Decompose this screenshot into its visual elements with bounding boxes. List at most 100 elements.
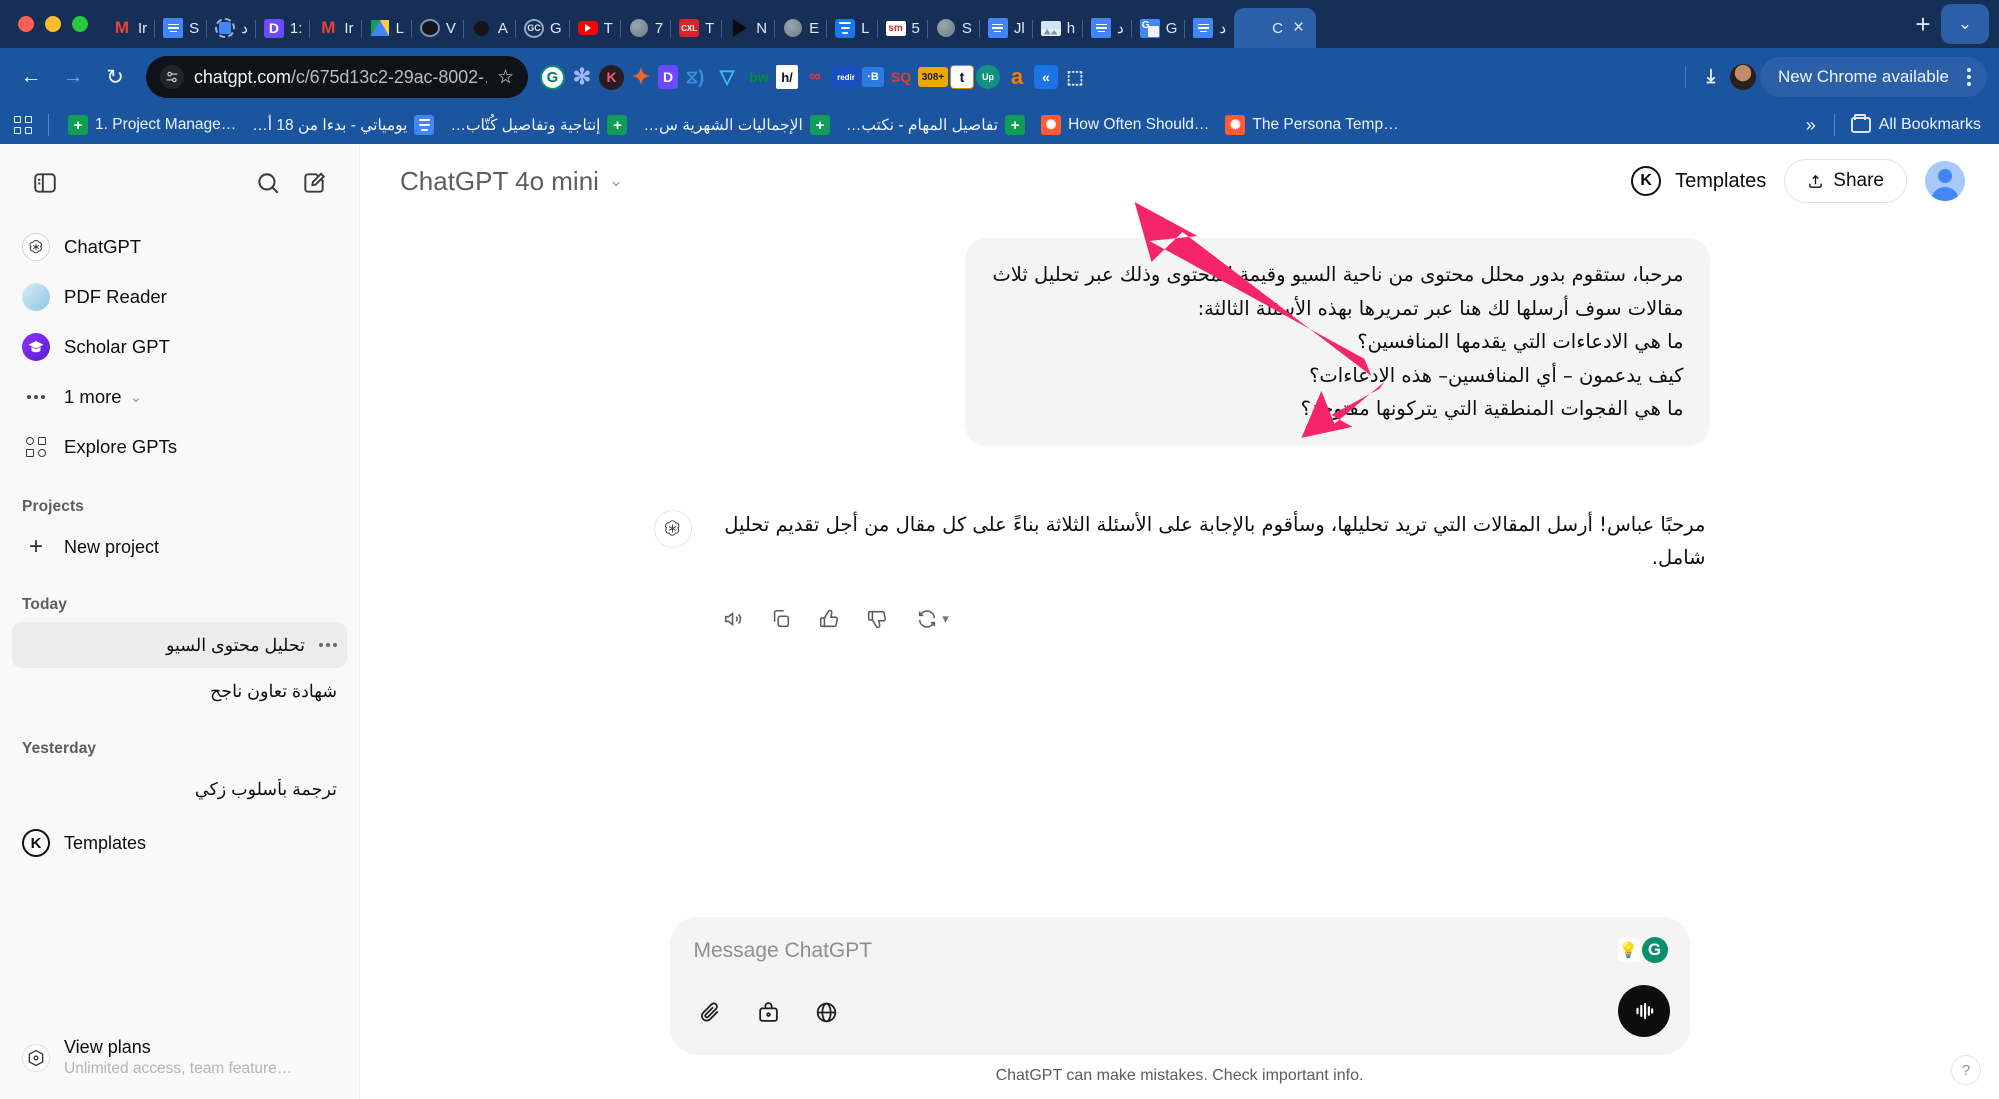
maximize-window-button[interactable] bbox=[72, 16, 88, 32]
counter-extension[interactable]: 308+ bbox=[918, 67, 948, 87]
browser-tab[interactable]: V bbox=[412, 8, 464, 48]
new-project-button[interactable]: + New project bbox=[12, 524, 347, 570]
browser-tab[interactable]: د bbox=[207, 8, 256, 48]
chat-history-item[interactable]: ترجمة بأسلوب زكي bbox=[12, 766, 347, 812]
bookmark-item[interactable]: 1. Project Manage… bbox=[61, 111, 243, 139]
browser-tab[interactable]: L bbox=[362, 8, 412, 48]
star-extension[interactable]: ✻ bbox=[567, 62, 597, 92]
read-aloud-button[interactable] bbox=[714, 600, 752, 638]
redirect-extension[interactable]: redir bbox=[832, 66, 860, 88]
address-bar[interactable]: chatgpt.com/c/675d13c2-29ac-8002-… ☆ bbox=[146, 56, 528, 98]
browser-tab[interactable]: CXLT bbox=[671, 8, 722, 48]
puzzle-extensions-button[interactable]: ⬚ bbox=[1060, 62, 1090, 92]
blue-extension[interactable]: ·B bbox=[862, 67, 884, 87]
browser-tab[interactable]: h bbox=[1033, 8, 1083, 48]
browser-tab-active[interactable]: C× bbox=[1234, 8, 1316, 48]
templates-button[interactable]: K Templates bbox=[1631, 166, 1766, 196]
browser-tab[interactable]: د bbox=[1083, 8, 1132, 48]
view-plans-button[interactable]: View plans Unlimited access, team featur… bbox=[12, 1028, 347, 1087]
grammarly-extension[interactable]: G bbox=[540, 65, 565, 90]
bw-extension[interactable]: bw bbox=[744, 62, 774, 92]
site-settings-icon[interactable] bbox=[160, 65, 184, 89]
voice-mode-button[interactable] bbox=[1618, 985, 1670, 1037]
browser-tab[interactable]: MIr bbox=[310, 8, 361, 48]
browser-tab[interactable]: د bbox=[1185, 8, 1234, 48]
chevron-down-icon[interactable]: ▾ bbox=[942, 611, 949, 627]
new-tab-button[interactable]: + bbox=[1905, 6, 1941, 42]
browser-tab[interactable]: T bbox=[570, 8, 621, 48]
amazon-extension[interactable]: a bbox=[1002, 62, 1032, 92]
regenerate-button[interactable]: ▾ bbox=[906, 600, 960, 638]
apps-shortcut-icon[interactable] bbox=[10, 112, 36, 138]
browser-tab[interactable]: A bbox=[464, 8, 516, 48]
bookmark-item[interactable]: الإجماليات الشهرية س… bbox=[636, 111, 836, 139]
wifi-extension[interactable]: ⧖) bbox=[680, 62, 710, 92]
close-window-button[interactable] bbox=[18, 16, 34, 32]
oo-extension[interactable]: ∞ bbox=[800, 62, 830, 92]
forward-button[interactable]: → bbox=[54, 58, 92, 96]
model-selector[interactable]: ChatGPT 4o mini ⌄ bbox=[388, 160, 635, 203]
browser-tab[interactable]: S bbox=[155, 8, 207, 48]
thumbs-up-button[interactable] bbox=[810, 600, 848, 638]
browser-tab[interactable]: N bbox=[722, 8, 775, 48]
all-bookmarks-button[interactable]: All Bookmarks bbox=[1843, 116, 1989, 134]
browser-tab[interactable]: 7 bbox=[621, 8, 671, 48]
grammarly-bulb-icon[interactable]: 💡 bbox=[1618, 938, 1640, 962]
message-input[interactable]: Message ChatGPT bbox=[694, 939, 1666, 963]
chat-options-icon[interactable] bbox=[319, 643, 337, 647]
keywords-extension[interactable]: K bbox=[599, 65, 624, 90]
search-web-button[interactable] bbox=[810, 995, 844, 1029]
sidebar-item-chatgpt[interactable]: ChatGPT bbox=[12, 222, 347, 272]
chrome-menu-icon[interactable] bbox=[1959, 68, 1979, 86]
tab-search-button[interactable]: ⌄ bbox=[1941, 4, 1989, 44]
sidebar-item-templates[interactable]: K Templates bbox=[12, 820, 347, 866]
browser-tab[interactable]: L bbox=[827, 8, 877, 48]
sidebar-toggle-icon[interactable] bbox=[24, 162, 66, 204]
bookmark-item[interactable]: ✺The Persona Temp… bbox=[1218, 111, 1405, 139]
browser-tab[interactable]: MIr bbox=[104, 8, 155, 48]
bookmarks-overflow-button[interactable]: » bbox=[1796, 115, 1826, 136]
search-icon[interactable] bbox=[247, 162, 289, 204]
browser-tab[interactable]: GG bbox=[1132, 8, 1186, 48]
sidebar-item-scholar-gpt[interactable]: Scholar GPT bbox=[12, 322, 347, 372]
bookmark-item[interactable]: إنتاجية وتفاصيل كُتّاب… bbox=[443, 111, 634, 139]
message-composer[interactable]: Message ChatGPT 💡 G bbox=[670, 917, 1690, 1055]
bookmark-item[interactable]: ✺How Often Should… bbox=[1034, 111, 1216, 139]
browser-tab[interactable]: S bbox=[928, 8, 980, 48]
kk-extension[interactable]: « bbox=[1034, 65, 1058, 89]
thumbs-down-button[interactable] bbox=[858, 600, 896, 638]
new-chat-icon[interactable] bbox=[293, 162, 335, 204]
tools-button[interactable] bbox=[752, 995, 786, 1029]
chrome-update-button[interactable]: New Chrome available bbox=[1760, 57, 1987, 97]
browser-tab[interactable]: E bbox=[775, 8, 827, 48]
close-tab-button[interactable]: × bbox=[1289, 17, 1304, 39]
minimize-window-button[interactable] bbox=[45, 16, 61, 32]
browser-tab[interactable]: Jl bbox=[980, 8, 1033, 48]
seoquake-extension[interactable]: SQ bbox=[886, 62, 916, 92]
sidebar-item-pdf-reader[interactable]: PDF Reader bbox=[12, 272, 347, 322]
user-avatar[interactable] bbox=[1925, 161, 1965, 201]
sidebar-item-more[interactable]: 1 more ⌄ bbox=[12, 372, 347, 422]
grammarly-badge[interactable]: 💡 G bbox=[1618, 937, 1668, 963]
reload-button[interactable]: ↻ bbox=[96, 58, 134, 96]
conversation-scroll[interactable]: مرحبا، ستقوم بدور محلل محتوى من ناحية ال… bbox=[360, 218, 1999, 917]
bookmark-item[interactable]: تفاصيل المهام - نكتب… bbox=[839, 111, 1032, 139]
share-button[interactable]: Share bbox=[1784, 159, 1907, 203]
docusign-extension[interactable]: D bbox=[658, 65, 678, 89]
upwork-extension[interactable]: Up bbox=[976, 65, 1000, 89]
bookmark-item[interactable]: يومياتي - بدءا من 18 أ… bbox=[245, 111, 441, 139]
chevron-down-icon[interactable]: ⌄ bbox=[130, 388, 143, 406]
attach-file-button[interactable] bbox=[694, 995, 728, 1029]
copy-button[interactable] bbox=[762, 600, 800, 638]
browser-tab[interactable]: GCG bbox=[516, 8, 570, 48]
grammarly-icon[interactable]: G bbox=[1642, 937, 1668, 963]
shield-vpn-extension[interactable]: ▽ bbox=[712, 62, 742, 92]
sidebar-item-explore-gpts[interactable]: Explore GPTs bbox=[12, 422, 347, 472]
profile-avatar[interactable] bbox=[1730, 64, 1756, 90]
back-button[interactable]: ← bbox=[12, 58, 50, 96]
chat-history-item-active[interactable]: تحليل محتوى السيو bbox=[12, 622, 347, 668]
h-extension[interactable]: h/ bbox=[776, 65, 798, 89]
browser-tab[interactable]: sm5 bbox=[878, 8, 928, 48]
chat-history-item[interactable]: شهادة تعاون ناجح bbox=[12, 668, 347, 714]
browser-tab[interactable]: D1: bbox=[256, 8, 311, 48]
